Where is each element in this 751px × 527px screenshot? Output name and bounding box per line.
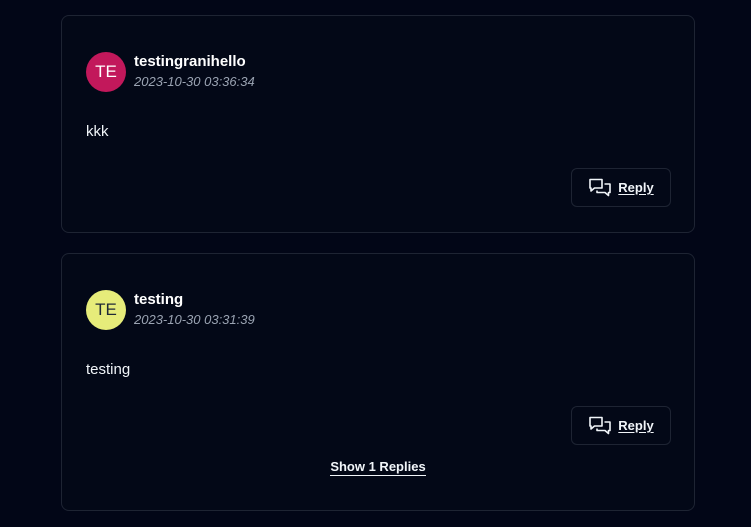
comment-header: TE testing 2023-10-30 03:31:39 <box>86 290 255 330</box>
comment-meta: testing 2023-10-30 03:31:39 <box>134 291 255 329</box>
comment-card: TE testingranihello 2023-10-30 03:36:34 … <box>61 15 695 233</box>
reply-button[interactable]: Reply <box>571 406 671 445</box>
comment-username: testing <box>134 291 184 308</box>
show-replies: Show 1 Replies <box>62 458 694 476</box>
show-replies-link[interactable]: Show 1 Replies <box>330 459 426 476</box>
comment-timestamp: 2023-10-30 03:31:39 <box>134 312 255 327</box>
comments-section: TE testingranihello 2023-10-30 03:36:34 … <box>0 0 751 527</box>
comment-text: kkk <box>86 123 109 140</box>
reply-label: Reply <box>618 180 654 195</box>
comment-meta: testingranihello 2023-10-30 03:36:34 <box>134 53 255 91</box>
comment-timestamp: 2023-10-30 03:36:34 <box>134 74 255 89</box>
comment-card: TE testing 2023-10-30 03:31:39 testing R… <box>61 253 695 511</box>
comment-header: TE testingranihello 2023-10-30 03:36:34 <box>86 52 255 92</box>
chat-bubbles-icon <box>588 176 612 200</box>
comment-username: testingranihello <box>134 53 246 70</box>
comment-text: testing <box>86 361 131 378</box>
reply-button[interactable]: Reply <box>571 168 671 207</box>
avatar: TE <box>86 290 126 330</box>
chat-bubbles-icon <box>588 414 612 438</box>
reply-label: Reply <box>618 418 654 433</box>
avatar: TE <box>86 52 126 92</box>
